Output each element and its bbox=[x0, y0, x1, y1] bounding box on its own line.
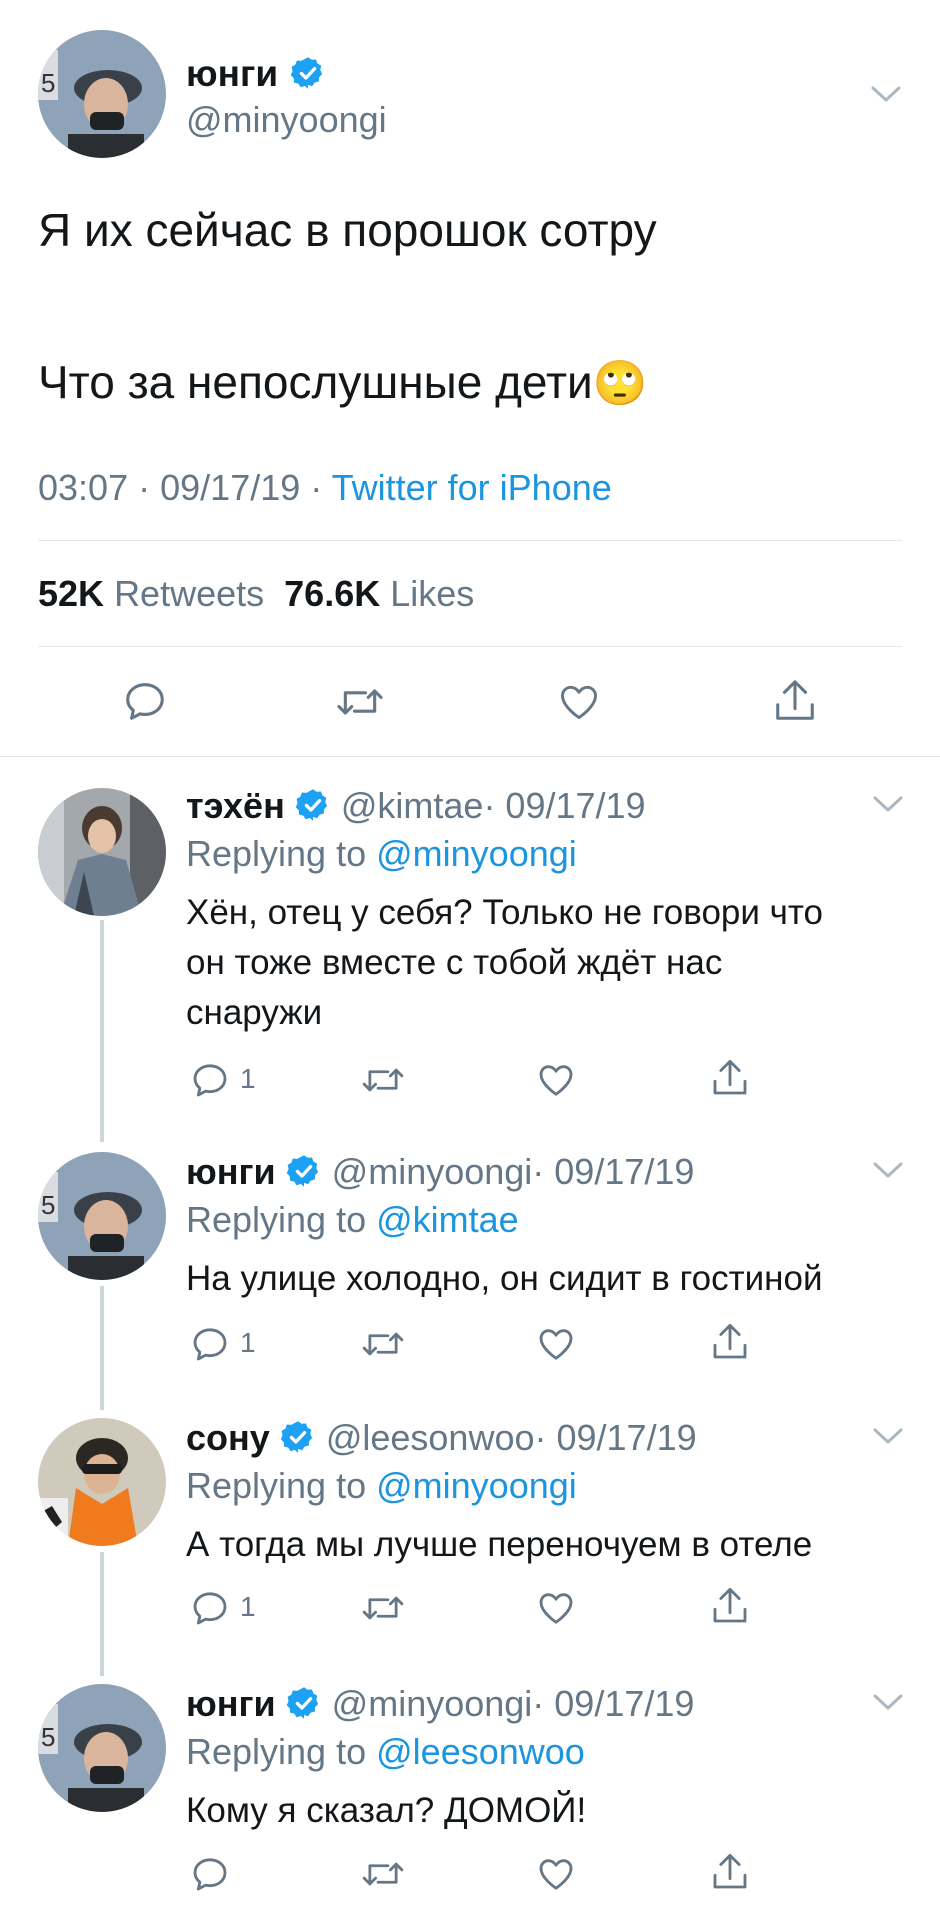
replying-to: Replying to @minyoongi bbox=[186, 1465, 577, 1506]
divider bbox=[38, 540, 902, 541]
meta-separator-2: · bbox=[310, 467, 323, 508]
tweet-meta: 03:07 · 09/17/19 · Twitter for iPhone bbox=[38, 466, 612, 510]
chevron-down-icon[interactable] bbox=[872, 1160, 904, 1180]
reply-date: · 09/17/19 bbox=[532, 1151, 695, 1192]
reply-header: сону @leesonwoo· 09/17/19 bbox=[186, 1416, 697, 1460]
share-icon[interactable] bbox=[710, 1850, 750, 1894]
retweet-icon[interactable] bbox=[360, 1324, 406, 1364]
verified-badge-icon bbox=[295, 789, 327, 822]
verified-badge-icon bbox=[280, 1421, 312, 1454]
tweet-source-link[interactable]: Twitter for iPhone bbox=[332, 467, 612, 508]
avatar-minyoongi[interactable]: 5 bbox=[38, 1684, 166, 1812]
chevron-down-icon[interactable] bbox=[872, 1692, 904, 1712]
tweet-text-line-1: Я их сейчас в порошок сотру bbox=[38, 204, 657, 256]
avatar-minyoongi[interactable]: 5 bbox=[38, 30, 166, 158]
reply-author-handle[interactable]: @minyoongi bbox=[332, 1683, 533, 1724]
retweet-icon[interactable] bbox=[360, 1588, 406, 1628]
svg-text:5: 5 bbox=[41, 68, 55, 98]
reply-author-handle[interactable]: @leesonwoo bbox=[326, 1417, 535, 1458]
retweet-icon[interactable] bbox=[360, 1060, 406, 1100]
share-icon[interactable] bbox=[772, 676, 818, 726]
retweet-icon[interactable] bbox=[334, 680, 386, 724]
reply-header: тэхён @kimtae· 09/17/19 bbox=[186, 784, 646, 828]
thread-line bbox=[100, 920, 104, 1142]
svg-text:5: 5 bbox=[41, 1190, 55, 1220]
heart-icon[interactable] bbox=[536, 1324, 576, 1364]
reply-author-handle[interactable]: @minyoongi bbox=[332, 1151, 533, 1192]
author-handle[interactable]: @minyoongi bbox=[186, 98, 387, 142]
reply-author-name[interactable]: тэхён bbox=[186, 785, 285, 826]
reply-header: юнги @minyoongi· 09/17/19 bbox=[186, 1150, 694, 1194]
reply-count: 1 bbox=[240, 1327, 256, 1358]
heart-icon[interactable] bbox=[536, 1854, 576, 1894]
reply-text-line: Кому я сказал? ДОМОЙ! bbox=[186, 1791, 587, 1830]
reply-author-handle[interactable]: @kimtae bbox=[341, 785, 484, 826]
reply-date: · 09/17/19 bbox=[532, 1683, 695, 1724]
chevron-down-icon[interactable] bbox=[872, 1426, 904, 1446]
thread-line bbox=[100, 1552, 104, 1676]
reply-author-name[interactable]: сону bbox=[186, 1417, 270, 1458]
likes-stat[interactable]: 76.6K Likes bbox=[284, 573, 474, 614]
verified-badge-icon bbox=[286, 1155, 318, 1188]
reply-icon[interactable] bbox=[122, 678, 168, 724]
meta-separator: · bbox=[138, 467, 151, 508]
engagement-stats: 52K Retweets 76.6K Likes bbox=[38, 572, 474, 616]
retweets-stat[interactable]: 52K Retweets bbox=[38, 573, 264, 614]
emoji-eye-roll: 🙄 bbox=[592, 359, 648, 408]
reply-icon[interactable] bbox=[190, 1060, 230, 1100]
verified-badge-icon bbox=[291, 57, 323, 89]
share-icon[interactable] bbox=[710, 1056, 750, 1100]
reply-date: · 09/17/19 bbox=[534, 1417, 697, 1458]
replying-to: Replying to @leesonwoo bbox=[186, 1731, 585, 1772]
reply-count: 1 bbox=[240, 1591, 256, 1622]
reply-text-line: На улице холодно, он сидит в гостиной bbox=[186, 1259, 823, 1298]
reply-text-line: он тоже вместе с тобой ждёт нас bbox=[186, 943, 723, 982]
reply-author-name[interactable]: юнги bbox=[186, 1151, 276, 1192]
reply-header: юнги @minyoongi· 09/17/19 bbox=[186, 1682, 694, 1726]
reply-text-line: Хён, отец у себя? Только не говори что bbox=[186, 893, 823, 932]
reply-icon[interactable] bbox=[190, 1588, 230, 1628]
share-icon[interactable] bbox=[710, 1584, 750, 1628]
divider bbox=[38, 646, 902, 647]
chevron-down-icon[interactable] bbox=[870, 84, 902, 104]
avatar-minyoongi[interactable]: 5 bbox=[38, 1152, 166, 1280]
tweet-date: 09/17/19 bbox=[160, 467, 301, 508]
reply-date: · 09/17/19 bbox=[483, 785, 646, 826]
retweet-icon[interactable] bbox=[360, 1854, 406, 1894]
verified-badge-icon bbox=[286, 1687, 318, 1720]
tweet-time: 03:07 bbox=[38, 467, 129, 508]
replying-to-link[interactable]: @kimtae bbox=[376, 1199, 519, 1240]
heart-icon[interactable] bbox=[556, 680, 602, 724]
reply-icon[interactable] bbox=[190, 1324, 230, 1364]
tweet-text-line-2: Что за непослушные дети🙄 bbox=[38, 356, 648, 408]
reply-author-name[interactable]: юнги bbox=[186, 1683, 276, 1724]
heart-icon[interactable] bbox=[536, 1060, 576, 1100]
replying-to-link[interactable]: @minyoongi bbox=[376, 1465, 577, 1506]
replying-to-link[interactable]: @minyoongi bbox=[376, 833, 577, 874]
reply-text-line: снаружи bbox=[186, 993, 323, 1032]
avatar-leesonwoo[interactable] bbox=[38, 1418, 166, 1546]
replying-to-link[interactable]: @leesonwoo bbox=[376, 1731, 585, 1772]
thread-line bbox=[100, 1286, 104, 1410]
avatar-kimtae[interactable] bbox=[38, 788, 166, 916]
reply-icon[interactable] bbox=[190, 1854, 230, 1894]
share-icon[interactable] bbox=[710, 1320, 750, 1364]
replying-to: Replying to @kimtae bbox=[186, 1199, 519, 1240]
replying-to: Replying to @minyoongi bbox=[186, 833, 577, 874]
heart-icon[interactable] bbox=[536, 1588, 576, 1628]
reply-count: 1 bbox=[240, 1063, 256, 1094]
author-name[interactable]: юнги bbox=[186, 52, 326, 96]
svg-text:5: 5 bbox=[41, 1722, 55, 1752]
section-divider bbox=[0, 756, 940, 757]
reply-text-line: А тогда мы лучше переночуем в отеле bbox=[186, 1525, 813, 1564]
chevron-down-icon[interactable] bbox=[872, 794, 904, 814]
